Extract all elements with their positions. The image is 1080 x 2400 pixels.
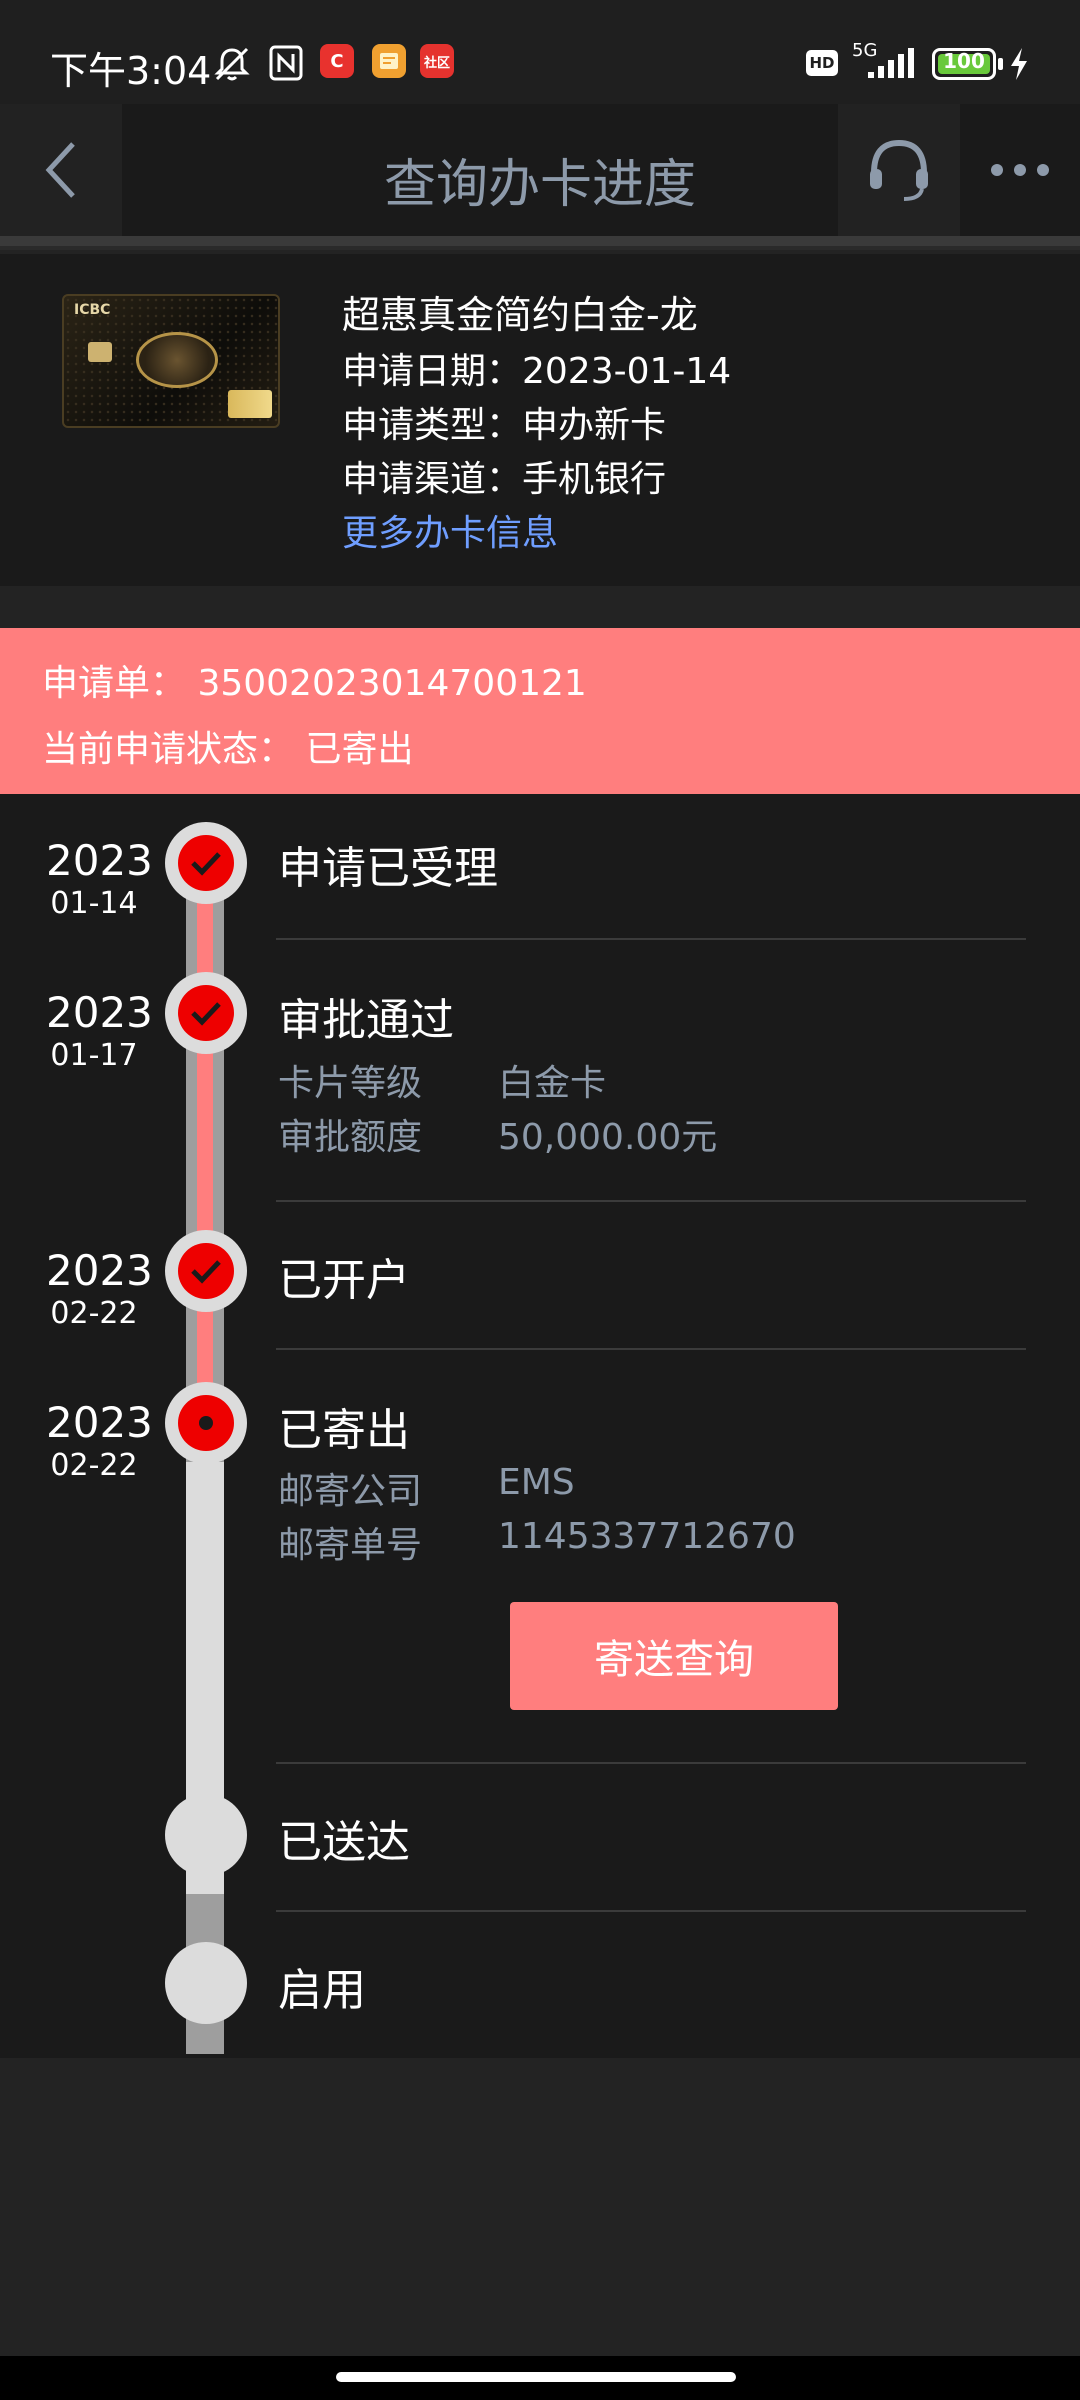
step-node-current: [165, 1382, 247, 1464]
progress-timeline: 2023 01-14 申请已受理 2023 01-17 审批通过 卡片等级 白金…: [0, 794, 1080, 2058]
check-icon: [191, 1002, 221, 1026]
more-dots-icon: [991, 164, 1049, 176]
battery-tip: [998, 58, 1003, 70]
app-c-icon: C: [320, 44, 354, 78]
credit-card-image: ICBC: [62, 294, 280, 428]
header-divider: [0, 236, 1080, 250]
hd-icon: HD: [806, 50, 838, 76]
step-divider: [276, 1348, 1026, 1350]
mute-icon: [212, 44, 252, 88]
card-network-logo: [228, 390, 272, 418]
app-community-label: 社区: [423, 55, 450, 71]
home-gesture-bar[interactable]: [336, 2372, 736, 2382]
battery-level-text: 100: [943, 49, 985, 73]
check-icon: [191, 852, 221, 876]
step-year: 2023: [46, 1398, 153, 1447]
node-fill: [178, 985, 234, 1041]
node-fill: [178, 1395, 234, 1451]
status-time: 下午3:04: [50, 49, 212, 93]
apply-date: 申请日期：2023-01-14: [342, 351, 732, 392]
step-date: 02-22: [50, 1448, 138, 1483]
hd-label: HD: [809, 54, 835, 72]
card-brand-logo: ICBC: [74, 302, 111, 318]
step-date: 01-17: [50, 1038, 138, 1073]
detail-value: EMS: [498, 1462, 575, 1503]
detail-value: 50,000.00元: [498, 1117, 718, 1158]
nfc-icon: [268, 44, 304, 86]
step-title: 申请已受理: [278, 843, 498, 894]
app-c-label: C: [330, 50, 344, 72]
step-node-pending: [165, 1794, 247, 1876]
step-date: 02-22: [50, 1296, 138, 1331]
status-bar: 下午3:04 C 社区 HD 5G 100: [0, 0, 1080, 104]
customer-service-button[interactable]: [838, 104, 960, 236]
charging-icon: [1008, 46, 1030, 86]
step-title: 启用: [278, 1965, 366, 2016]
step-divider: [276, 1200, 1026, 1202]
detail-key: 卡片等级: [278, 1063, 423, 1104]
empty-bottom-area: [0, 2058, 1080, 2400]
track-shipment-button[interactable]: 寄送查询: [510, 1602, 838, 1710]
step-node-pending: [165, 1942, 247, 2024]
card-chip-icon: [88, 342, 112, 362]
header-bar: 查询办卡进度: [0, 104, 1080, 236]
card-dragon-emblem: [136, 332, 218, 388]
step-title: 已送达: [278, 1817, 410, 1868]
step-title: 已寄出: [278, 1405, 410, 1456]
battery-icon: 100: [932, 48, 996, 80]
node-fill: [178, 835, 234, 891]
apply-channel: 申请渠道：手机银行: [342, 459, 667, 500]
timeline-progress-line: [197, 862, 213, 1424]
step-divider: [276, 1762, 1026, 1764]
detail-key: 邮寄单号: [278, 1525, 423, 1566]
detail-value: 白金卡: [498, 1063, 607, 1104]
step-node-done: [165, 822, 247, 904]
card-info-panel: ICBC 超惠真金简约白金-龙 申请日期：2023-01-14 申请类型：申办新…: [0, 254, 1080, 586]
step-divider: [276, 938, 1026, 940]
step-title: 审批通过: [278, 995, 454, 1046]
step-date: 01-14: [50, 886, 138, 921]
card-product-name: 超惠真金简约白金-龙: [342, 293, 698, 337]
signal-icon: [866, 46, 920, 84]
step-year: 2023: [46, 836, 153, 885]
current-dot-icon: [199, 1416, 213, 1430]
more-button[interactable]: [960, 104, 1080, 236]
check-icon: [191, 1260, 221, 1284]
step-node-done: [165, 972, 247, 1054]
app-yellow-icon: [372, 44, 406, 78]
step-title: 已开户: [278, 1255, 410, 1306]
current-status: 当前申请状态： 已寄出: [42, 729, 414, 770]
step-year: 2023: [46, 1246, 153, 1295]
headset-icon: [870, 139, 928, 201]
more-card-info-link[interactable]: 更多办卡信息: [342, 504, 558, 556]
detail-key: 审批额度: [278, 1117, 423, 1158]
step-node-done: [165, 1230, 247, 1312]
apply-type: 申请类型：申办新卡: [342, 405, 667, 446]
application-number: 申请单： 35002023014700121: [42, 663, 587, 704]
detail-key: 邮寄公司: [278, 1471, 423, 1512]
step-divider: [276, 1910, 1026, 1912]
node-fill: [178, 1243, 234, 1299]
app-community-icon: 社区: [420, 44, 454, 78]
step-year: 2023: [46, 988, 153, 1037]
tracking-number: 1145337712670: [498, 1516, 796, 1557]
status-banner: 申请单： 35002023014700121 当前申请状态： 已寄出: [0, 628, 1080, 794]
